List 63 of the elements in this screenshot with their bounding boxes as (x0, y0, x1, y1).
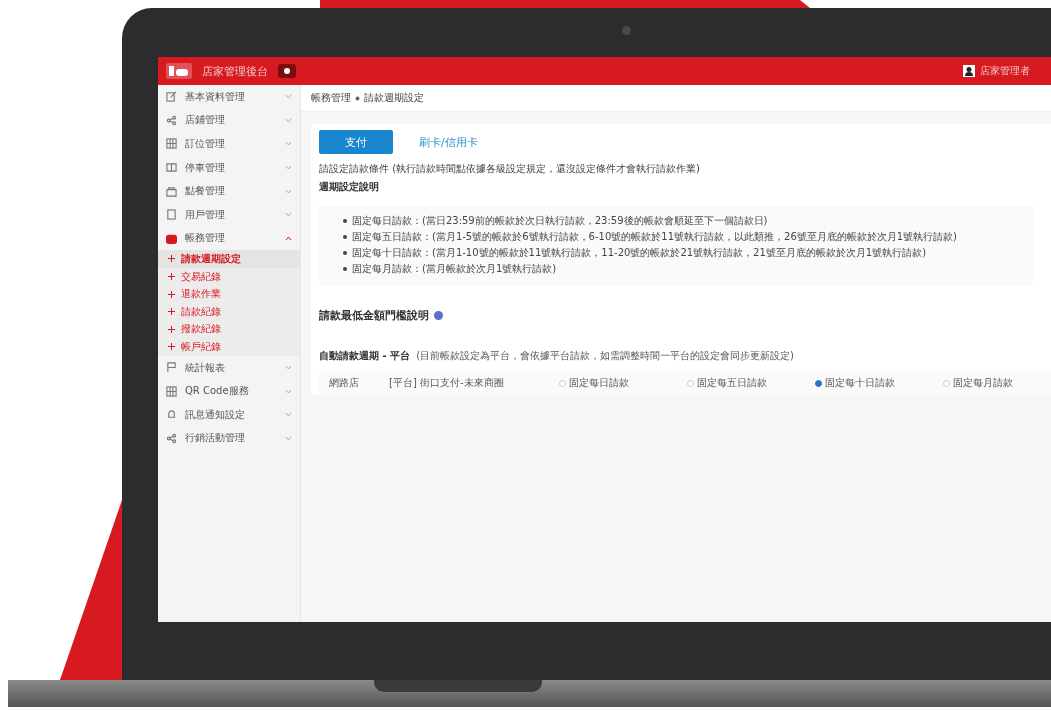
plus-icon (168, 308, 175, 316)
plus-icon (168, 273, 175, 281)
wallet-icon (166, 232, 177, 244)
bullet-icon (343, 235, 347, 239)
radio-option[interactable]: 固定每五日請款 (687, 376, 815, 390)
radio-option[interactable]: 固定每月請款 (943, 376, 1051, 390)
share-icon (166, 114, 177, 126)
sidebar-item[interactable]: 店鋪管理 (158, 108, 300, 133)
bullet-icon (343, 251, 347, 255)
note-item: 固定每日請款：(當日23:59前的帳款於次日執行請款，23:59後的帳款會順延至下一個請款日) (352, 214, 768, 228)
bullet-icon (343, 219, 347, 223)
tab[interactable]: 刷卡/信用卡 (419, 130, 478, 154)
submenu-item[interactable]: 請款週期設定 (158, 250, 300, 268)
sidebar-item[interactable]: 點餐管理 (158, 179, 300, 203)
sidebar-item[interactable]: 訊息通知設定 (158, 402, 300, 427)
store-icon (166, 185, 177, 197)
section-heading: 自動請款週期 - 平台 (319, 349, 411, 363)
logo-icon (166, 63, 192, 79)
plus-icon (168, 343, 175, 351)
pencil-icon (166, 91, 177, 103)
sidebar-item[interactable]: 停車管理 (158, 155, 300, 180)
breadcrumb-item[interactable]: 帳務管理 (311, 91, 351, 105)
camera-icon (622, 26, 631, 35)
sidebar-item[interactable]: 統計報表 (158, 355, 300, 380)
menu-toggle-button[interactable] (278, 64, 296, 78)
flag-icon (166, 362, 177, 373)
note-item: 固定每五日請款：(當月1-5號的帳款於6號執行請款，6-10號的帳款於11號執行請款，以此類推，26號至月底的帳款於次月1號執行請款) (352, 230, 957, 244)
bell-icon (166, 409, 177, 421)
submenu-item[interactable]: 退款作業 (158, 285, 300, 303)
sidebar-item[interactable]: 用戶管理 (158, 202, 300, 227)
plus-icon (168, 325, 175, 333)
grid-icon (166, 138, 177, 150)
user-icon (963, 65, 975, 77)
grid-icon (166, 385, 177, 397)
note-text: (目前帳款設定為平台，會依據平台請款，如需調整時間一平台的設定會同步更新設定) (416, 349, 794, 363)
share-icon (166, 432, 177, 444)
sidebar-item[interactable]: 訂位管理 (158, 132, 300, 156)
radio-option[interactable]: 固定每十日請款 (815, 376, 943, 390)
note-item: 固定每月請款：(當月帳款於次月1號執行請款) (352, 262, 557, 276)
intro-text: 請設定請款條件 (執行請款時間點依據各級設定規定，還沒設定條件才會執行請款作業) (319, 162, 701, 176)
sidebar-item[interactable]: QR Code服務 (158, 379, 300, 403)
breadcrumb-item: 請款週期設定 (364, 91, 424, 105)
bullet-icon (355, 95, 360, 101)
app-title: 店家管理後台 (202, 63, 268, 79)
section-heading: 請款最低金額門檻說明 (319, 308, 429, 323)
submenu-item[interactable]: 帳戶紀錄 (158, 338, 300, 356)
plus-icon (168, 290, 175, 298)
table-cell-text: [平台] 街口支付-未來商圈 (389, 376, 505, 390)
section-heading: 週期設定說明 (319, 180, 380, 194)
info-icon[interactable] (434, 311, 443, 320)
sidebar-item[interactable]: 行銷活動管理 (158, 426, 300, 451)
user-name[interactable]: 店家管理者 (980, 64, 1030, 78)
sidebar-item[interactable]: 帳務管理 (158, 226, 300, 251)
plus-icon (168, 255, 175, 263)
radio-option[interactable]: 固定每日請款 (559, 376, 687, 390)
bullet-icon (343, 267, 347, 271)
note-item: 固定每十日請款：(當月1-10號的帳款於11號執行請款，11-20號的帳款於21號執行請款，21號至月底的帳款於次月1號執行請款) (352, 246, 927, 260)
tablet-icon (166, 209, 177, 221)
tab[interactable]: 支付 (319, 130, 393, 154)
dot-icon (283, 68, 291, 74)
book-icon (166, 162, 177, 174)
sidebar-item[interactable]: 基本資料管理 (158, 85, 300, 109)
table-cell-text: 網路店 (329, 376, 360, 390)
